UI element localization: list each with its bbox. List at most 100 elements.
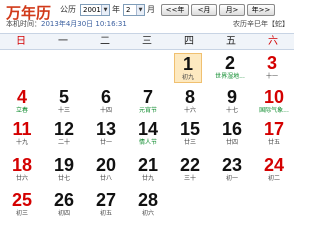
day-cell[interactable]: 12 二十 bbox=[50, 119, 78, 149]
day-number: 21 bbox=[137, 155, 159, 175]
year-unit-label: 年 bbox=[112, 5, 120, 14]
day-cell[interactable]: 20 廿八 bbox=[92, 155, 120, 185]
day-number: 13 bbox=[95, 119, 117, 139]
prev-year-button[interactable]: <<年 bbox=[161, 4, 189, 16]
day-cell[interactable]: 13 廿一 bbox=[92, 119, 120, 149]
day-cell[interactable]: 28 初六 bbox=[134, 190, 162, 220]
day-number: 2 bbox=[224, 53, 235, 73]
chevron-down-icon: ▼ bbox=[101, 5, 109, 15]
day-lunar: 廿四 bbox=[225, 139, 238, 146]
day-lunar: 初四 bbox=[57, 210, 70, 217]
month-select[interactable]: 2 ▼ bbox=[123, 4, 145, 16]
day-lunar: 初三 bbox=[15, 210, 28, 217]
day-lunar: 国际气象... bbox=[259, 107, 289, 114]
day-number: 7 bbox=[142, 87, 153, 107]
day-lunar: 情人节 bbox=[138, 139, 157, 146]
day-lunar: 三十 bbox=[183, 175, 196, 182]
day-number: 27 bbox=[95, 190, 117, 210]
day-number: 1 bbox=[182, 54, 193, 74]
day-cell[interactable]: 2 世界湿地... bbox=[215, 53, 245, 83]
day-lunar: 廿一 bbox=[99, 139, 112, 146]
weekday-sun: 日 bbox=[16, 36, 26, 47]
day-number: 25 bbox=[11, 190, 33, 210]
day-number: 19 bbox=[53, 155, 75, 175]
prev-month-button[interactable]: <月 bbox=[191, 4, 217, 16]
weekday-sat: 六 bbox=[268, 36, 278, 47]
day-number: 12 bbox=[53, 119, 75, 139]
day-number: 8 bbox=[184, 87, 195, 107]
local-time-value: 2013年4月30日 10:16:31 bbox=[41, 20, 127, 28]
weekday-fri: 五 bbox=[226, 36, 236, 47]
day-number: 26 bbox=[53, 190, 75, 210]
day-cell[interactable]: 19 廿七 bbox=[50, 155, 78, 185]
day-cell[interactable]: 18 廿六 bbox=[8, 155, 36, 185]
day-number: 18 bbox=[11, 155, 33, 175]
weekday-tue: 二 bbox=[100, 36, 110, 47]
day-cell[interactable]: 1 初九 bbox=[174, 53, 202, 83]
day-cell[interactable]: 6 十四 bbox=[92, 87, 120, 117]
day-cell[interactable]: 26 初四 bbox=[50, 190, 78, 220]
day-number: 4 bbox=[16, 87, 27, 107]
day-number: 11 bbox=[12, 119, 32, 139]
year-select[interactable]: 2001 ▼ bbox=[80, 4, 110, 16]
day-number: 3 bbox=[266, 53, 277, 73]
day-cell[interactable]: 27 初五 bbox=[92, 190, 120, 220]
chevron-down-icon: ▼ bbox=[136, 5, 144, 15]
day-number: 5 bbox=[58, 87, 69, 107]
next-year-button[interactable]: 年>> bbox=[247, 4, 275, 16]
day-cell[interactable]: 5 十三 bbox=[50, 87, 78, 117]
day-cell[interactable]: 4 立春 bbox=[8, 87, 36, 117]
day-number: 15 bbox=[179, 119, 201, 139]
lunar-year-info: 农历辛巳年【蛇】 bbox=[233, 20, 289, 28]
day-cell[interactable]: 11 十九 bbox=[8, 119, 36, 149]
day-lunar: 立春 bbox=[15, 107, 28, 114]
month-select-value: 2 bbox=[126, 6, 131, 14]
year-select-value: 2001 bbox=[83, 6, 101, 14]
weekday-wed: 三 bbox=[142, 36, 152, 47]
day-cell[interactable]: 10 国际气象... bbox=[259, 87, 289, 117]
day-lunar: 初二 bbox=[267, 175, 280, 182]
day-cell[interactable]: 7 元宵节 bbox=[134, 87, 162, 117]
day-lunar: 廿六 bbox=[15, 175, 28, 182]
local-time: 本机时间：2013年4月30日 10:16:31 bbox=[6, 19, 127, 29]
day-number: 28 bbox=[137, 190, 159, 210]
day-lunar: 十三 bbox=[57, 107, 70, 114]
day-cell[interactable]: 25 初三 bbox=[8, 190, 36, 220]
day-lunar: 元宵节 bbox=[138, 107, 157, 114]
day-lunar: 十七 bbox=[225, 107, 238, 114]
day-cell[interactable]: 16 廿四 bbox=[218, 119, 246, 149]
day-cell[interactable]: 21 廿九 bbox=[134, 155, 162, 185]
day-lunar: 初一 bbox=[225, 175, 238, 182]
day-lunar: 廿三 bbox=[183, 139, 196, 146]
day-lunar: 廿七 bbox=[57, 175, 70, 182]
next-month-button[interactable]: 月> bbox=[219, 4, 245, 16]
day-lunar: 廿八 bbox=[99, 175, 112, 182]
day-lunar: 世界湿地... bbox=[215, 73, 245, 80]
day-number: 17 bbox=[263, 119, 285, 139]
local-time-label: 本机时间： bbox=[6, 20, 41, 28]
day-number: 16 bbox=[221, 119, 243, 139]
day-cell[interactable]: 14 情人节 bbox=[134, 119, 162, 149]
day-number: 23 bbox=[221, 155, 243, 175]
day-cell[interactable]: 9 十七 bbox=[218, 87, 246, 117]
day-number: 9 bbox=[226, 87, 237, 107]
day-number: 10 bbox=[263, 87, 285, 107]
day-lunar: 初五 bbox=[99, 210, 112, 217]
day-cell[interactable]: 17 廿五 bbox=[260, 119, 288, 149]
day-cell[interactable]: 8 十六 bbox=[176, 87, 204, 117]
day-lunar: 二十 bbox=[57, 139, 70, 146]
day-number: 6 bbox=[100, 87, 111, 107]
day-cell[interactable]: 22 三十 bbox=[176, 155, 204, 185]
day-lunar: 十九 bbox=[15, 139, 28, 146]
day-cell[interactable]: 24 初二 bbox=[260, 155, 288, 185]
day-cell[interactable]: 15 廿三 bbox=[176, 119, 204, 149]
day-lunar: 廿五 bbox=[267, 139, 280, 146]
day-number: 24 bbox=[263, 155, 285, 175]
day-lunar: 廿九 bbox=[141, 175, 154, 182]
day-number: 14 bbox=[137, 119, 159, 139]
day-number: 22 bbox=[179, 155, 201, 175]
day-number: 20 bbox=[95, 155, 117, 175]
day-lunar: 初六 bbox=[141, 210, 154, 217]
day-cell[interactable]: 3 十一 bbox=[258, 53, 286, 83]
day-cell[interactable]: 23 初一 bbox=[218, 155, 246, 185]
